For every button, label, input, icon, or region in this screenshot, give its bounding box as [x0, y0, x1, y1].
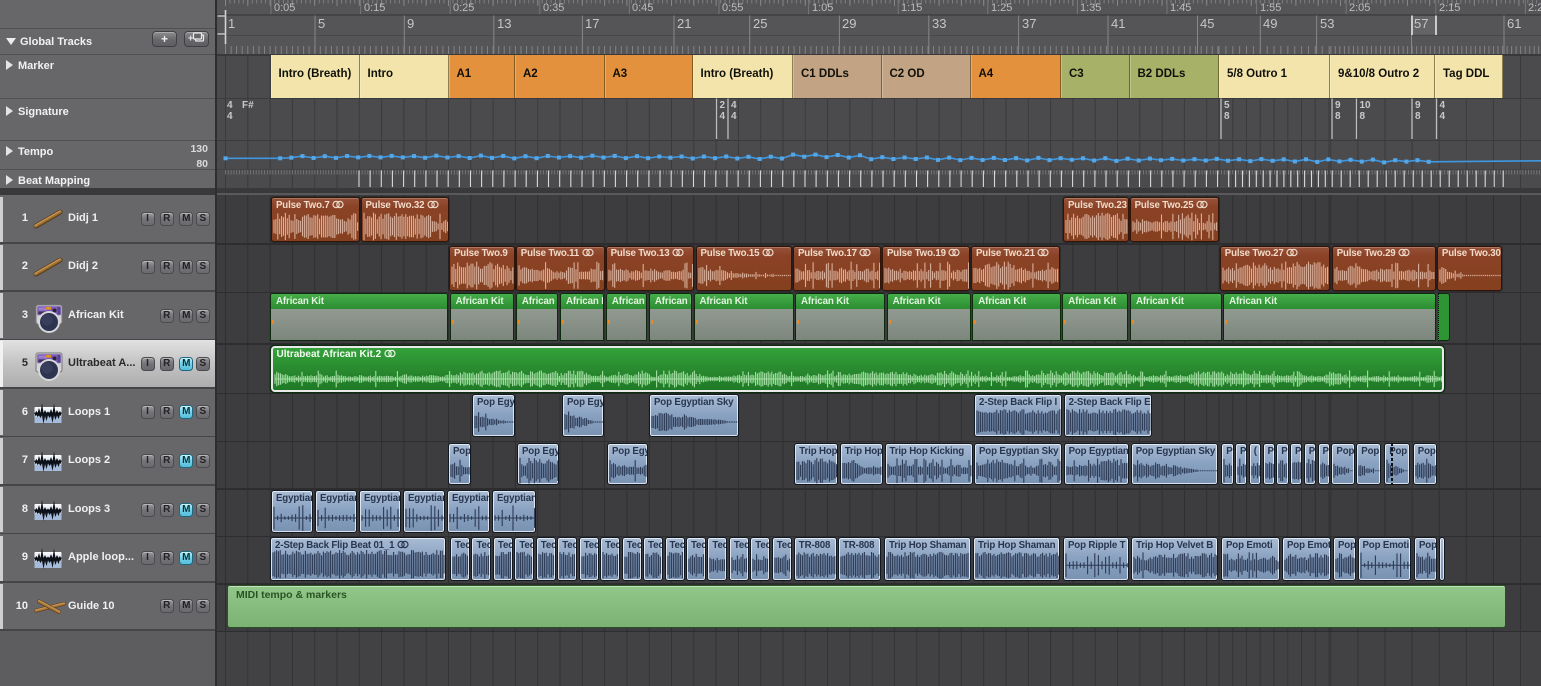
svg-text:+: + — [188, 33, 193, 43]
